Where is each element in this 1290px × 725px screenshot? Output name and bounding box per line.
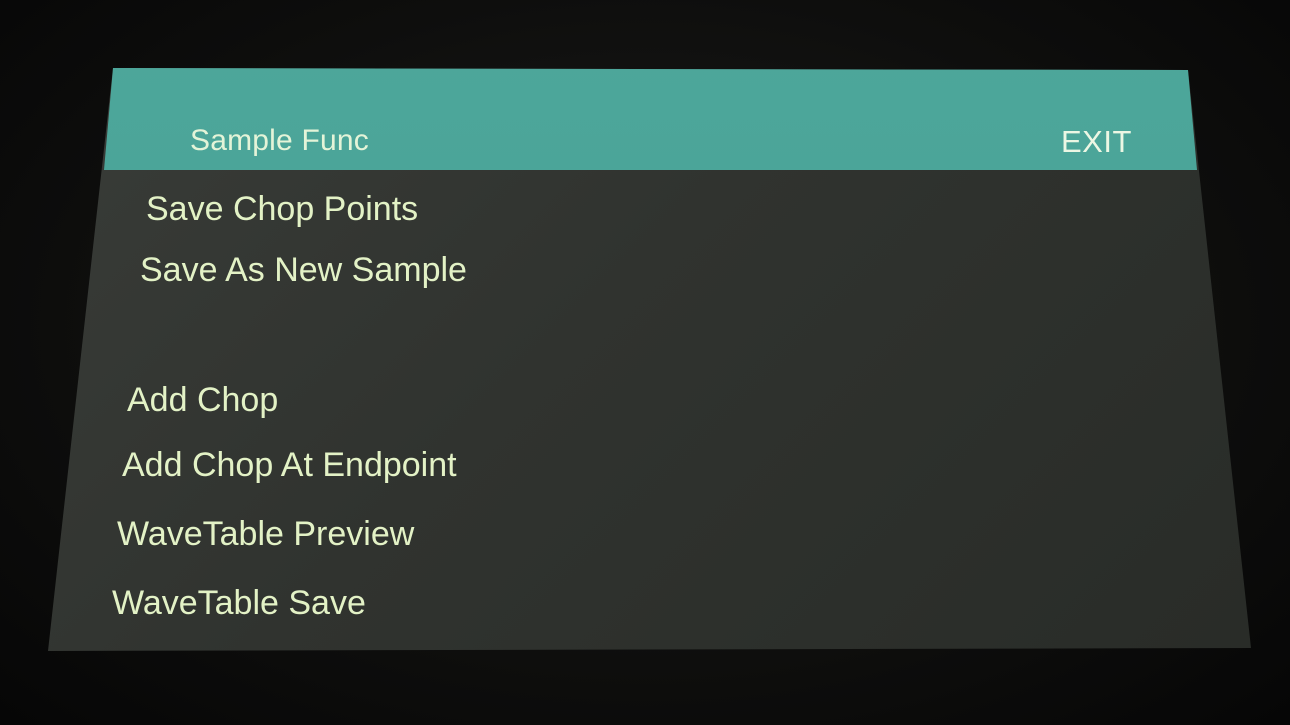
page-title: Sample Func: [190, 124, 369, 157]
exit-button[interactable]: EXIT: [1061, 124, 1132, 160]
menu-item-save-chop-points[interactable]: Save Chop Points: [146, 190, 418, 229]
menu-item-save-as-new-sample[interactable]: Save As New Sample: [140, 251, 467, 290]
menu-item-add-chop-at-endpoint[interactable]: Add Chop At Endpoint: [122, 446, 457, 485]
menu-item-wavetable-save[interactable]: WaveTable Save: [112, 584, 366, 623]
menu-item-add-chop[interactable]: Add Chop: [127, 381, 278, 420]
menu-item-wavetable-preview[interactable]: WaveTable Preview: [117, 515, 414, 554]
